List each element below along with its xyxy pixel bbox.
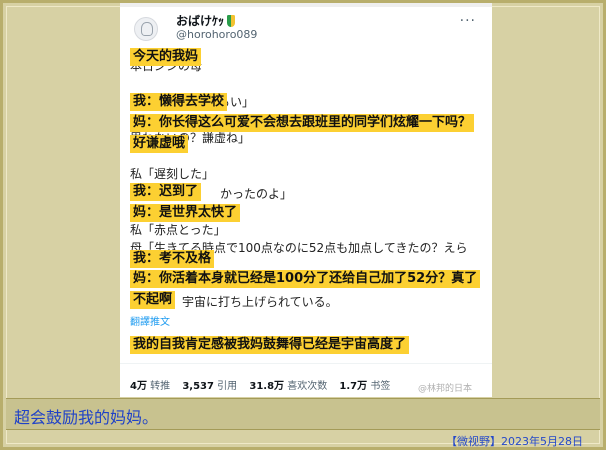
highlight-late: 我：迟到了 <box>130 183 202 201</box>
highlight-lazy-school: 我：懒得去学校 <box>130 93 228 111</box>
more-dots-icon[interactable]: ··· <box>460 13 476 29</box>
highlight-failed-exam: 我：考不及格 <box>130 250 215 268</box>
avatar[interactable] <box>134 17 158 41</box>
author-name-text: おばけｹｯ <box>176 14 225 28</box>
page-frame: おばけｹｯ @horohoro089 ··· 本日ジシの母 るい」 思わないの？… <box>0 0 606 450</box>
stats-divider <box>120 363 492 364</box>
like-count[interactable]: 31.8万 <box>249 381 284 392</box>
tweet-stats: 4万 转推 3,537 引用 31.8万 喜欢次数 1.7万 书签 <box>130 377 399 392</box>
tweet-screenshot: おばけｹｯ @horohoro089 ··· 本日ジシの母 るい」 思わないの？… <box>120 3 492 397</box>
retweet-label[interactable]: 转推 <box>150 381 170 392</box>
highlight-so-humble: 好谦虚哦 <box>130 135 189 153</box>
source-label: 【微视野】2023年5月28日 <box>446 435 583 448</box>
highlight-world-too-fast: 妈：是世界太快了 <box>130 204 241 222</box>
jp-line-4: 私「遅刻した」 <box>130 167 215 181</box>
highlight-self-esteem: 我的自我肯定感被我妈鼓舞得已经是宇宙高度了 <box>130 336 410 354</box>
quote-count[interactable]: 3,537 <box>182 381 214 392</box>
bookmark-count[interactable]: 1.7万 <box>339 381 367 392</box>
jp-line-8: 宇宙に打ち上げられている。 <box>182 295 338 309</box>
like-label[interactable]: 喜欢次数 <box>287 381 327 392</box>
author-name[interactable]: おばけｹｯ <box>176 12 236 29</box>
bookmark-label[interactable]: 书签 <box>370 381 390 392</box>
author-handle[interactable]: @horohoro089 <box>176 28 257 41</box>
translate-tweet-link[interactable]: 翻譯推文 <box>130 313 170 328</box>
highlight-cute-show-off: 妈：你长得这么可爱不会想去跟班里的同学们炫耀一下吗？ <box>130 114 475 132</box>
beginner-leaf-icon <box>227 15 236 27</box>
caption-bar: 超会鼓励我的妈妈。 <box>6 398 600 430</box>
jp-line-6: 私「赤点とった」 <box>130 223 226 237</box>
highlight-amazing: 不起啊 <box>130 291 176 309</box>
highlight-100-points: 妈：你活着本身就已经是100分了还给自己加了52分？真了 <box>130 270 481 288</box>
highlight-today-mom: 今天的我妈 <box>130 48 202 66</box>
watermark: @林邦的日本 <box>417 384 472 394</box>
quote-label[interactable]: 引用 <box>217 381 237 392</box>
jp-line-5: かったのよ」 <box>220 187 293 201</box>
caption-text: 超会鼓励我的妈妈。 <box>14 408 159 427</box>
retweet-count[interactable]: 4万 <box>130 381 147 392</box>
tweet-top-edge <box>120 3 492 7</box>
